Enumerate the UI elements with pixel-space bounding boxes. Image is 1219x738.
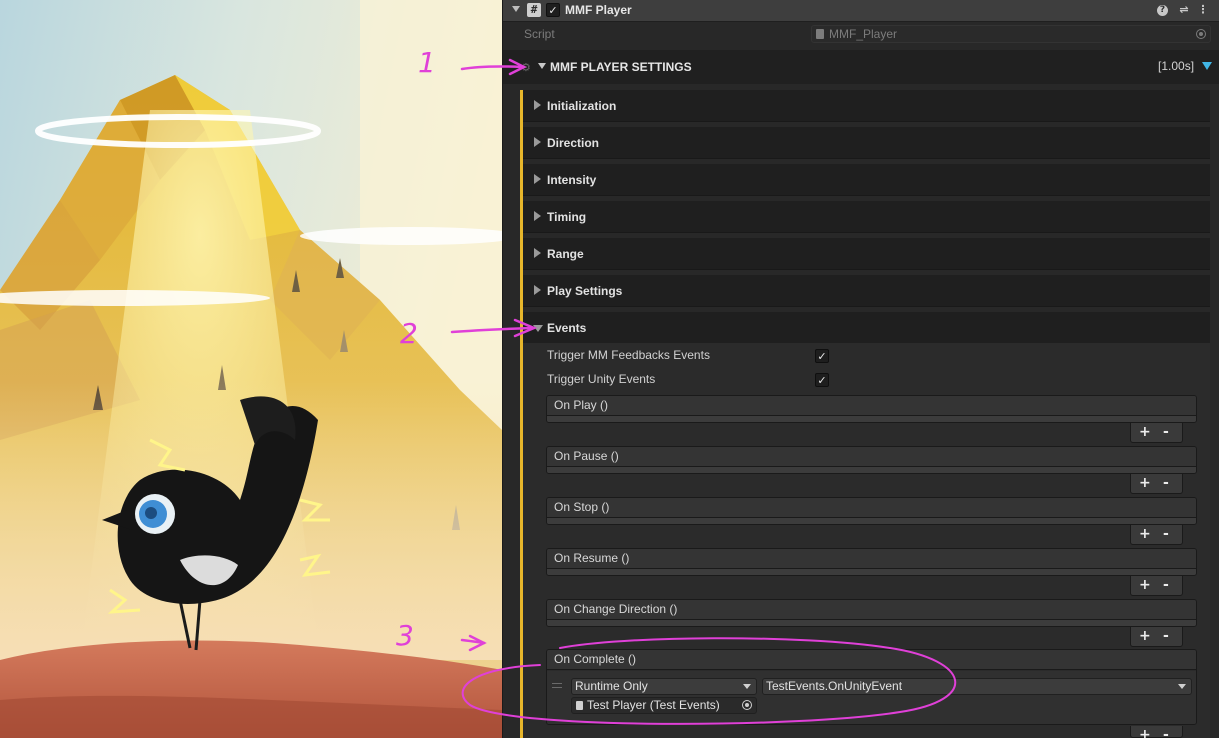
trigger-unity-label: Trigger Unity Events xyxy=(547,372,656,386)
help-icon[interactable]: ? xyxy=(1157,5,1168,16)
object-picker-icon[interactable] xyxy=(1196,29,1206,39)
function-dropdown[interactable]: TestEvents.OnUnityEvent xyxy=(762,678,1192,695)
on-complete-label: On Complete () xyxy=(547,650,1196,670)
section-initialization[interactable]: Initialization xyxy=(523,90,1210,122)
listener-entry: Runtime Only TestEvents.OnUnityEvent Tes… xyxy=(547,671,1196,724)
game-illustration xyxy=(0,0,502,738)
section-label: Intensity xyxy=(547,173,597,187)
add-listener-button[interactable]: + xyxy=(1139,526,1151,542)
empty-list xyxy=(547,518,1196,524)
chevron-down-icon xyxy=(1178,684,1186,689)
expand-arrow-icon xyxy=(534,248,541,258)
on-pause-add-remove: + - xyxy=(1130,474,1183,494)
add-listener-button[interactable]: + xyxy=(1139,727,1151,738)
target-object-field[interactable]: Test Player (Test Events) xyxy=(571,697,757,714)
gear-icon[interactable]: ⚙ xyxy=(521,61,531,74)
duration-triangle-icon xyxy=(1202,62,1212,70)
target-object-value: Test Player (Test Events) xyxy=(587,698,720,712)
on-stop-event: On Stop () xyxy=(546,497,1197,525)
drag-handle-icon[interactable] xyxy=(552,683,562,688)
trigger-mm-label: Trigger MM Feedbacks Events xyxy=(547,348,710,362)
section-events[interactable]: Events xyxy=(523,312,1210,344)
add-listener-button[interactable]: + xyxy=(1139,577,1151,593)
runtime-mode-value: Runtime Only xyxy=(575,679,648,693)
on-play-event: On Play () xyxy=(546,395,1197,423)
section-label: Events xyxy=(547,321,587,335)
add-listener-button[interactable]: + xyxy=(1139,424,1151,440)
script-label: Script xyxy=(524,27,555,41)
section-label: Direction xyxy=(547,136,600,150)
kebab-menu-icon[interactable]: ⋮ xyxy=(1196,3,1210,17)
on-stop-label: On Stop () xyxy=(547,498,1196,518)
on-play-label: On Play () xyxy=(547,396,1196,416)
section-play-settings[interactable]: Play Settings xyxy=(523,275,1210,307)
duration-label: [1.00s] xyxy=(1158,59,1195,73)
section-label: Initialization xyxy=(547,99,617,113)
object-picker-icon[interactable] xyxy=(742,700,752,710)
runtime-mode-dropdown[interactable]: Runtime Only xyxy=(571,678,757,695)
on-complete-event: On Complete () Runtime Only TestEvents.O… xyxy=(546,649,1197,725)
empty-list xyxy=(547,569,1196,575)
script-file-icon xyxy=(576,701,583,710)
component-fold-arrow-icon[interactable] xyxy=(512,6,520,12)
section-direction[interactable]: Direction xyxy=(523,127,1210,159)
on-complete-add-remove: + - xyxy=(1130,726,1183,738)
collapse-arrow-icon xyxy=(533,325,543,332)
empty-list xyxy=(547,467,1196,473)
section-intensity[interactable]: Intensity xyxy=(523,164,1210,196)
settings-title: MMF PLAYER SETTINGS xyxy=(550,60,692,74)
remove-listener-button[interactable]: - xyxy=(1163,727,1169,738)
section-label: Range xyxy=(547,247,584,261)
component-title: MMF Player xyxy=(565,3,632,17)
script-icon: # xyxy=(527,3,541,17)
on-stop-add-remove: + - xyxy=(1130,525,1183,545)
settings-fold-arrow-icon[interactable] xyxy=(538,63,546,69)
trigger-mm-checkbox[interactable]: ✓ xyxy=(815,349,829,363)
remove-listener-button[interactable]: - xyxy=(1163,526,1169,542)
section-range[interactable]: Range xyxy=(523,238,1210,270)
trigger-unity-checkbox[interactable]: ✓ xyxy=(815,373,829,387)
expand-arrow-icon xyxy=(534,100,541,110)
settings-sliders-icon[interactable]: ⇌ xyxy=(1177,3,1191,17)
section-label: Timing xyxy=(547,210,587,224)
on-change-direction-label: On Change Direction () xyxy=(547,600,1196,620)
component-header[interactable]: # ✓ MMF Player ? ⇌ ⋮ xyxy=(503,0,1219,22)
add-listener-button[interactable]: + xyxy=(1139,475,1151,491)
on-resume-label: On Resume () xyxy=(547,549,1196,569)
empty-list xyxy=(547,620,1196,626)
on-resume-add-remove: + - xyxy=(1130,576,1183,596)
section-timing[interactable]: Timing xyxy=(523,201,1210,233)
on-change-direction-add-remove: + - xyxy=(1130,627,1183,647)
script-row: Script MMF_Player xyxy=(503,23,1219,45)
add-listener-button[interactable]: + xyxy=(1139,628,1151,644)
inspector-panel: # ✓ MMF Player ? ⇌ ⋮ Script MMF_Player ⚙… xyxy=(502,0,1219,738)
remove-listener-button[interactable]: - xyxy=(1163,424,1169,440)
on-change-direction-event: On Change Direction () xyxy=(546,599,1197,627)
expand-arrow-icon xyxy=(534,174,541,184)
expand-arrow-icon xyxy=(534,211,541,221)
chevron-down-icon xyxy=(743,684,751,689)
expand-arrow-icon xyxy=(534,285,541,295)
section-label: Play Settings xyxy=(547,284,623,298)
settings-header[interactable]: ⚙ MMF PLAYER SETTINGS [1.00s] xyxy=(503,50,1219,84)
script-field[interactable]: MMF_Player xyxy=(811,25,1211,43)
remove-listener-button[interactable]: - xyxy=(1163,475,1169,491)
on-pause-event: On Pause () xyxy=(546,446,1197,474)
script-value: MMF_Player xyxy=(829,27,898,41)
on-resume-event: On Resume () xyxy=(546,548,1197,576)
script-file-icon xyxy=(816,29,824,39)
illustration-art xyxy=(0,0,502,738)
component-enabled-checkbox[interactable]: ✓ xyxy=(546,3,560,17)
remove-listener-button[interactable]: - xyxy=(1163,628,1169,644)
expand-arrow-icon xyxy=(534,137,541,147)
on-play-add-remove: + - xyxy=(1130,423,1183,443)
empty-list xyxy=(547,416,1196,422)
remove-listener-button[interactable]: - xyxy=(1163,577,1169,593)
function-value: TestEvents.OnUnityEvent xyxy=(766,679,903,693)
on-pause-label: On Pause () xyxy=(547,447,1196,467)
